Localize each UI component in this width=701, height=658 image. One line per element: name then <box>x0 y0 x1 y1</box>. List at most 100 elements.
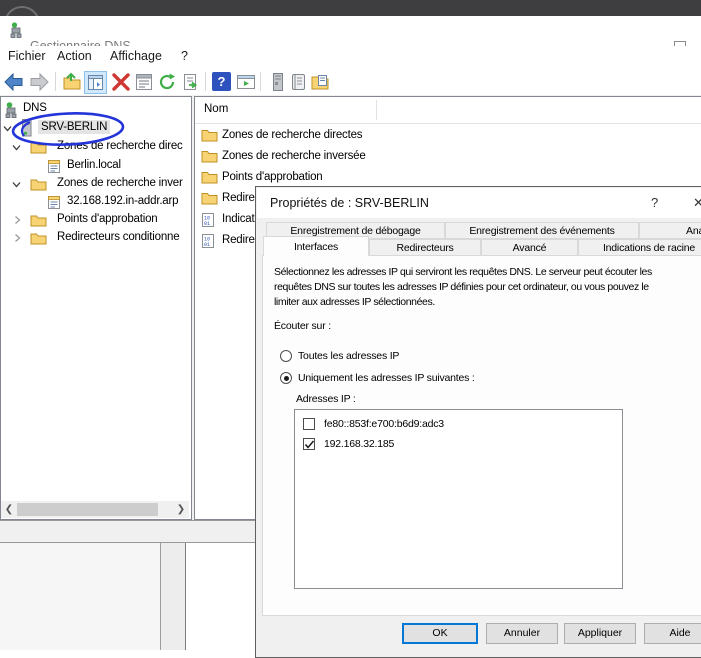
radio-only-ip-label[interactable]: Uniquement les adresses IP suivantes : <box>298 372 475 384</box>
ok-button[interactable]: OK <box>402 623 478 644</box>
radio-all-ip-label[interactable]: Toutes les adresses IP <box>298 350 399 362</box>
binary-doc-icon: 10 01 <box>201 233 215 249</box>
list-item-label[interactable]: Points d'approbation <box>222 171 323 183</box>
tree-label-selected[interactable]: SRV-BERLIN <box>38 120 110 134</box>
tree-item-conditional-forwarders[interactable]: Redirecteurs conditionne <box>1 230 189 248</box>
chevron-right-icon[interactable] <box>13 215 22 225</box>
dialog-help-icon[interactable]: ? <box>651 195 658 210</box>
tree-label[interactable]: Zones de recherche direc <box>57 140 183 152</box>
folder-icon <box>30 214 47 227</box>
apply-button[interactable]: Appliquer <box>564 623 636 644</box>
cancel-button[interactable]: Annuler <box>486 623 558 644</box>
list-item-label[interactable]: Indicat <box>222 213 254 225</box>
tab-redirecteurs[interactable]: Redirecteurs <box>369 239 481 256</box>
menu-fichier[interactable]: Fichier <box>8 49 46 63</box>
refresh-icon[interactable] <box>157 72 177 92</box>
tree-horizontal-scrollbar[interactable]: ❮ ❯ <box>1 501 189 518</box>
folder-icon <box>30 232 47 245</box>
list-item-label[interactable]: Zones de recherche directes <box>222 129 362 141</box>
console-tree-toggle[interactable] <box>84 71 107 94</box>
tree-item-trust-points[interactable]: Points d'approbation <box>1 212 189 230</box>
radio-all-ip[interactable] <box>280 350 292 362</box>
dialog-close-icon[interactable]: ✕ <box>693 195 701 211</box>
tree-item-berlin-local[interactable]: Berlin.local <box>1 158 189 176</box>
record-list-icon[interactable] <box>288 72 308 92</box>
up-level-icon[interactable] <box>62 72 82 92</box>
tree-label[interactable]: Berlin.local <box>67 159 121 171</box>
folder-icon <box>30 141 47 154</box>
description-line: limiter aux adresses IP sélectionnées. <box>274 296 435 308</box>
copy-folder-icon[interactable] <box>310 72 330 92</box>
list-header[interactable]: Nom <box>195 97 701 124</box>
chevron-down-icon[interactable] <box>12 180 21 189</box>
list-item[interactable]: Points d'approbation <box>195 168 595 188</box>
server-icon <box>20 119 33 137</box>
folder-icon <box>30 178 47 191</box>
list-item[interactable]: Zones de recherche directes <box>195 126 595 146</box>
check-icon <box>304 439 315 450</box>
menu-help[interactable]: ? <box>181 49 188 63</box>
tree-item-dns-root[interactable]: DNS <box>1 101 189 119</box>
export-list-icon[interactable] <box>181 72 201 92</box>
ip-addresses-label: Adresses IP : <box>296 393 356 405</box>
ip-address-label[interactable]: 192.168.32.185 <box>324 438 394 450</box>
tab-avance[interactable]: Avancé <box>481 239 578 256</box>
checkbox-checked[interactable] <box>303 438 315 450</box>
dialog-titlebar: Propriétés de : SRV-BERLIN ? ✕ <box>257 188 701 218</box>
properties-icon[interactable] <box>134 72 154 92</box>
zone-icon <box>47 195 61 210</box>
binary-doc-icon: 10 01 <box>201 212 215 228</box>
tree-item-srv-berlin[interactable]: SRV-BERLIN <box>1 120 189 138</box>
toolbar-separator <box>55 72 56 91</box>
dialog-title: Propriétés de : SRV-BERLIN <box>270 196 429 210</box>
menu-action[interactable]: Action <box>57 49 92 63</box>
tab-indications-racine[interactable]: Indications de racine <box>578 239 701 256</box>
list-item[interactable]: Zones de recherche inversée <box>195 147 595 167</box>
column-header-name[interactable]: Nom <box>204 103 228 115</box>
interfaces-tab-page: Sélectionnez les adresses IP qui serviro… <box>262 255 701 616</box>
toolbar-separator <box>260 72 261 91</box>
list-item-label[interactable]: Redire <box>222 192 255 204</box>
server-tool-icon[interactable] <box>268 72 288 92</box>
folder-icon <box>201 170 218 184</box>
menu-affichage[interactable]: Affichage <box>110 49 162 63</box>
list-item-label[interactable]: Zones de recherche inversée <box>222 150 366 162</box>
scroll-right-arrow[interactable]: ❯ <box>173 501 189 518</box>
svg-text:01: 01 <box>204 221 210 227</box>
ip-address-label[interactable]: fe80::853f:e700:b6d9:adc3 <box>324 418 444 430</box>
tab-analyse[interactable]: Analyse <box>639 222 701 239</box>
help-icon[interactable]: ? <box>212 72 231 91</box>
scrollbar-thumb[interactable] <box>17 503 158 516</box>
list-item-label[interactable]: Redire <box>222 234 255 246</box>
chevron-right-icon[interactable] <box>13 233 22 243</box>
description-line: Sélectionnez les adresses IP qui serviro… <box>274 266 652 278</box>
delete-icon[interactable] <box>111 72 131 92</box>
tree-label[interactable]: Zones de recherche inver <box>57 177 183 189</box>
screenshot-root: { "window": { "title": "Gestionnaire DNS… <box>0 0 701 650</box>
tree-label[interactable]: Redirecteurs conditionne <box>57 231 179 243</box>
chevron-down-icon[interactable] <box>12 143 21 152</box>
forward-icon[interactable] <box>29 72 49 92</box>
dns-manager-app-icon <box>10 22 25 39</box>
toolbar-separator <box>205 72 206 91</box>
tree-item-forward-zones[interactable]: Zones de recherche direc <box>1 139 189 157</box>
background-window-titlebar <box>0 0 701 16</box>
tree-item-reverse-zones[interactable]: Zones de recherche inver <box>1 176 189 194</box>
background-panel <box>161 543 186 650</box>
tree-item-reverse-zone-entry[interactable]: 32.168.192.in-addr.arp <box>1 194 189 212</box>
help-button[interactable]: Aide <box>644 623 701 644</box>
tree-label[interactable]: DNS <box>23 102 47 114</box>
console-window-icon[interactable] <box>236 72 256 92</box>
tree-label[interactable]: 32.168.192.in-addr.arp <box>67 195 178 207</box>
scroll-left-arrow[interactable]: ❮ <box>1 501 17 518</box>
tab-enregistrement-evenements[interactable]: Enregistrement des événements <box>445 222 639 239</box>
tree-label[interactable]: Points d'approbation <box>57 213 158 225</box>
radio-only-ip[interactable] <box>280 372 292 384</box>
checkbox-unchecked[interactable] <box>303 418 315 430</box>
ip-address-listbox[interactable]: fe80::853f:e700:b6d9:adc3 192.168.32.185 <box>294 409 623 589</box>
tab-interfaces[interactable]: Interfaces <box>263 236 369 256</box>
column-divider[interactable] <box>376 100 377 120</box>
back-icon[interactable] <box>4 72 24 92</box>
background-panel <box>0 543 161 650</box>
chevron-down-icon[interactable] <box>3 124 12 133</box>
